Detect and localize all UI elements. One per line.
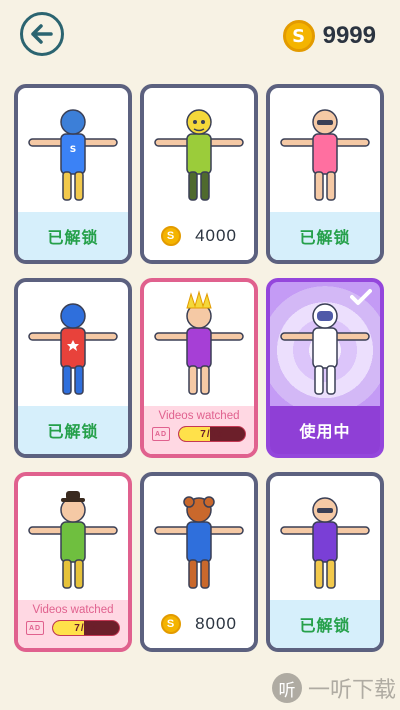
price-row: S 4000 — [144, 212, 254, 260]
character-figure — [154, 290, 244, 395]
top-bar: S 9999 — [0, 0, 400, 72]
arrow-left-icon — [31, 24, 53, 44]
character-card-pink-sunglasses[interactable]: 已解锁 — [266, 84, 384, 264]
character-preview — [18, 282, 128, 406]
character-figure — [154, 496, 244, 589]
watermark-text: 一听下载 — [307, 678, 396, 703]
character-preview: S — [18, 88, 128, 212]
videos-watched-label: Videos watched — [32, 604, 114, 616]
ad-video-icon: AD — [26, 621, 44, 635]
price-value: 4000 — [195, 226, 237, 245]
coin-icon: S — [161, 226, 182, 246]
character-figure: S — [28, 109, 118, 201]
character-figure — [280, 109, 370, 201]
character-card-purple-hair-sunglasses[interactable]: 已解锁 — [266, 472, 384, 652]
videos-watched-label: Videos watched — [158, 410, 240, 422]
character-grid: S 已解锁 S 4000 已解锁 已解锁 Videos watched AD 7/15 — [14, 84, 384, 652]
watermark: 听 一听下载 — [271, 672, 396, 704]
character-figure — [154, 109, 244, 201]
character-card-blue-helmet-s[interactable]: S 已解锁 — [14, 84, 132, 264]
character-card-captain-hero[interactable]: 已解锁 — [14, 278, 132, 458]
character-card-carnival-dancer[interactable]: Videos watched AD 7/15 — [140, 278, 258, 458]
in-use-label: 使用中 — [270, 406, 380, 454]
svg-text:S: S — [70, 145, 76, 155]
unlocked-label: 已解锁 — [18, 406, 128, 454]
coin-count: 9999 — [322, 22, 376, 49]
video-progress-panel: Videos watched AD 7/15 — [18, 600, 128, 648]
unlocked-label: 已解锁 — [270, 212, 380, 260]
coin-icon: S — [161, 614, 182, 634]
coin-balance: S 9999 — [282, 20, 376, 52]
video-progress-bar: 7/15 — [52, 620, 120, 636]
character-figure — [28, 491, 118, 589]
character-card-bear-mascot[interactable]: S 8000 — [140, 472, 258, 652]
character-preview — [270, 476, 380, 600]
video-progress-panel: Videos watched AD 7/15 — [144, 406, 254, 454]
unlocked-label: 已解锁 — [18, 212, 128, 260]
character-preview — [144, 282, 254, 406]
character-preview — [18, 476, 128, 600]
ad-video-icon: AD — [152, 427, 170, 441]
video-progress-text: 7/15 — [74, 622, 98, 634]
character-figure — [280, 497, 370, 589]
back-button[interactable] — [20, 12, 64, 56]
unlocked-label: 已解锁 — [270, 600, 380, 648]
watermark-logo: 听 — [271, 673, 302, 703]
video-progress-text: 7/15 — [200, 428, 224, 440]
check-icon — [350, 288, 372, 310]
coin-icon: S — [282, 20, 315, 52]
video-progress-bar: 7/15 — [178, 426, 246, 442]
price-row: S 8000 — [144, 600, 254, 648]
character-preview — [144, 476, 254, 600]
character-preview — [270, 88, 380, 212]
character-figure — [28, 303, 118, 395]
price-value: 8000 — [195, 614, 237, 633]
character-preview — [144, 88, 254, 212]
character-card-bowler-hat-green[interactable]: Videos watched AD 7/15 — [14, 472, 132, 652]
character-card-white-astronaut[interactable]: 使用中 — [266, 278, 384, 458]
character-card-yellow-face-green[interactable]: S 4000 — [140, 84, 258, 264]
